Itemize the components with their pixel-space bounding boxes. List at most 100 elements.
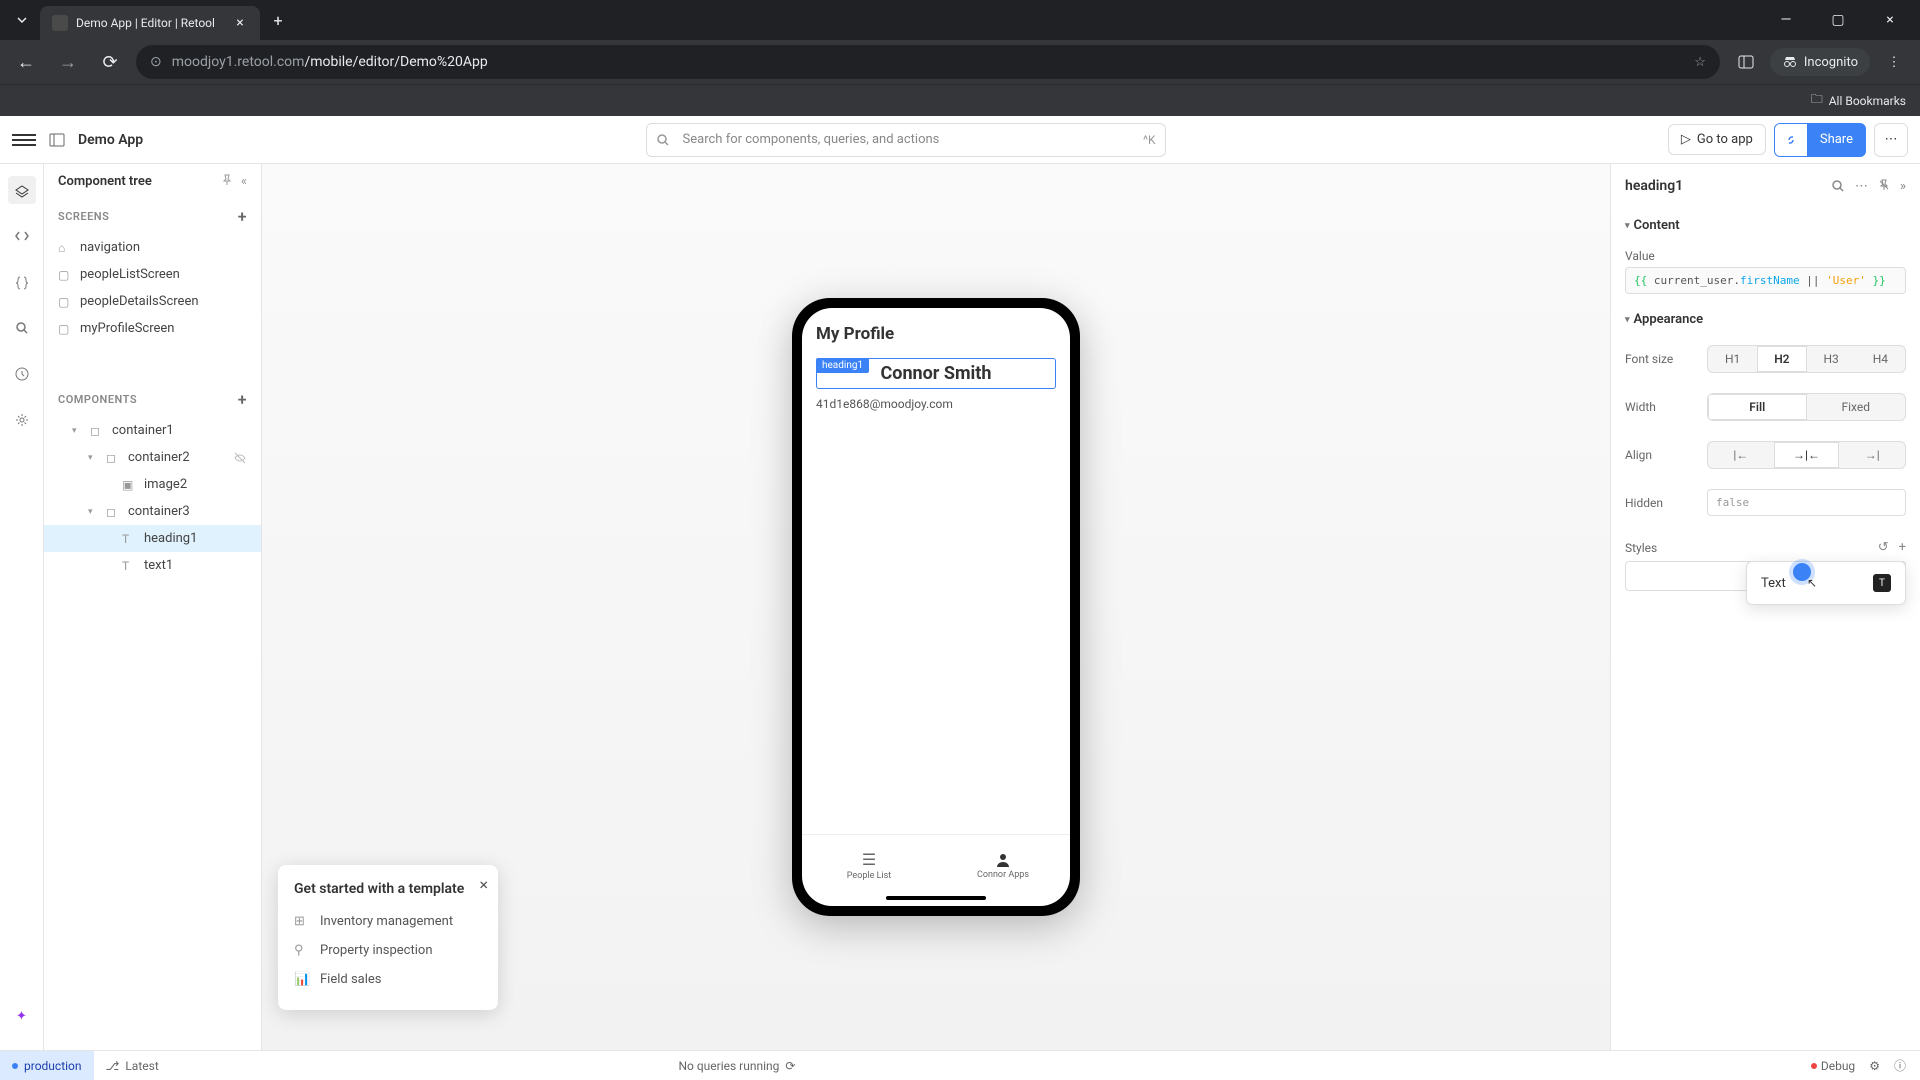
inspector-more-icon[interactable]: ⋯ xyxy=(1855,179,1868,194)
style-dropdown: Text T ↖ xyxy=(1746,561,1906,605)
hidden-input[interactable]: false xyxy=(1707,489,1906,516)
reset-styles-icon[interactable]: ↺ xyxy=(1878,540,1889,555)
screen-item-navigation[interactable]: ⌂ navigation xyxy=(44,234,261,261)
inspector-unpin-icon[interactable] xyxy=(1878,179,1890,194)
component-item-container3[interactable]: ▾ ◻ container3 xyxy=(44,498,261,525)
browser-tab-bar: Demo App | Editor | Retool × + — ▢ × xyxy=(0,0,1920,40)
tab-connor-apps[interactable]: Connor Apps xyxy=(936,835,1070,896)
rail-search-icon[interactable] xyxy=(8,314,36,342)
rail-settings-icon[interactable] xyxy=(8,406,36,434)
go-to-app-button[interactable]: ▷ Go to app xyxy=(1668,124,1766,155)
email-text[interactable]: 41d1e868@moodjoy.com xyxy=(816,397,1056,411)
add-screen-button[interactable]: + xyxy=(238,207,247,226)
content-section-header[interactable]: ▾ Content xyxy=(1625,218,1906,233)
forward-button[interactable]: → xyxy=(52,46,84,78)
share-label: Share xyxy=(1820,132,1853,147)
caret-icon[interactable]: ▾ xyxy=(72,426,82,436)
align-left[interactable]: |← xyxy=(1708,442,1774,468)
debug-button[interactable]: Debug xyxy=(1811,1059,1855,1073)
component-label: container1 xyxy=(112,423,174,438)
font-size-h1[interactable]: H1 xyxy=(1708,346,1757,372)
footer-settings-icon[interactable]: ⚙ xyxy=(1869,1059,1880,1073)
width-segmented: Fill Fixed xyxy=(1707,393,1906,421)
component-item-image2[interactable]: ▣ image2 xyxy=(44,471,261,498)
template-field-sales[interactable]: 📊 Field sales xyxy=(294,965,482,994)
component-item-heading1[interactable]: T heading1 xyxy=(44,525,261,552)
all-bookmarks-button[interactable]: 🗀 All Bookmarks xyxy=(1811,90,1906,111)
pin-icon[interactable] xyxy=(221,174,233,189)
template-property[interactable]: ⚲ Property inspection xyxy=(294,936,482,965)
components-section-label: COMPONENTS xyxy=(58,393,137,406)
screen-item-peopledetails[interactable]: ▢ peopleDetailsScreen xyxy=(44,288,261,315)
rail-history-icon[interactable] xyxy=(8,360,36,388)
cursor-pointer-icon: ↖ xyxy=(1807,576,1817,590)
component-item-container1[interactable]: ▾ ◻ container1 xyxy=(44,417,261,444)
panels-icon[interactable] xyxy=(1730,46,1762,78)
global-search-input[interactable]: Search for components, queries, and acti… xyxy=(646,123,1166,157)
minimize-window-button[interactable]: — xyxy=(1764,4,1808,36)
tab-people-list[interactable]: ☰ People List xyxy=(802,835,936,896)
footer-help-icon[interactable]: ⓘ xyxy=(1894,1057,1906,1074)
font-size-h3[interactable]: H3 xyxy=(1807,346,1856,372)
tab-title: Demo App | Editor | Retool xyxy=(76,16,224,30)
screen-item-peoplelist[interactable]: ▢ peopleListScreen xyxy=(44,261,261,288)
hidden-icon[interactable] xyxy=(233,451,247,465)
copy-link-button[interactable] xyxy=(1774,123,1808,157)
close-window-button[interactable]: × xyxy=(1868,4,1912,36)
close-tab-icon[interactable]: × xyxy=(232,15,248,31)
main-menu-button[interactable] xyxy=(12,128,36,152)
screen-icon: ▢ xyxy=(58,322,72,336)
browser-menu-button[interactable]: ⋮ xyxy=(1878,46,1910,78)
screen-label: navigation xyxy=(80,240,140,255)
reload-button[interactable]: ⟳ xyxy=(94,46,126,78)
width-fixed[interactable]: Fixed xyxy=(1807,394,1906,420)
template-inventory[interactable]: ⊞ Inventory management xyxy=(294,907,482,936)
heading-component[interactable]: heading1 Connor Smith xyxy=(816,358,1056,389)
rail-state-icon[interactable] xyxy=(8,268,36,296)
inspector-search-icon[interactable] xyxy=(1831,179,1845,194)
width-fill[interactable]: Fill xyxy=(1708,394,1807,420)
close-toast-button[interactable]: × xyxy=(479,875,488,894)
component-item-container2[interactable]: ▾ ◻ container2 xyxy=(44,444,261,471)
share-button[interactable]: Share xyxy=(1807,123,1866,157)
maximize-window-button[interactable]: ▢ xyxy=(1816,4,1860,36)
bookmark-star-icon[interactable]: ☆ xyxy=(1694,55,1706,70)
collapse-panel-icon[interactable]: « xyxy=(241,174,247,189)
version-selector[interactable]: ⎇ Latest xyxy=(94,1059,171,1073)
person-icon xyxy=(995,852,1011,868)
value-code-input[interactable]: {{ current_user.firstName || 'User' }} xyxy=(1625,267,1906,294)
text-icon: T xyxy=(122,559,136,573)
style-option-text[interactable]: Text T xyxy=(1753,568,1899,598)
url-bar[interactable]: ⊙ moodjoy1.retool.com/mobile/editor/Demo… xyxy=(136,45,1720,79)
add-component-button[interactable]: + xyxy=(238,390,247,409)
rail-components-icon[interactable] xyxy=(8,176,36,204)
caret-icon[interactable]: ▾ xyxy=(88,507,98,517)
panel-title: Component tree xyxy=(58,174,152,189)
add-style-button[interactable]: + xyxy=(1899,540,1906,555)
branch-icon: ⎇ xyxy=(106,1059,120,1073)
caret-icon[interactable]: ▾ xyxy=(88,453,98,463)
rail-code-icon[interactable] xyxy=(8,222,36,250)
panel-toggle-icon[interactable] xyxy=(48,131,66,149)
align-right[interactable]: →| xyxy=(1839,442,1905,468)
screen-item-myprofile[interactable]: ▢ myProfileScreen xyxy=(44,315,261,342)
browser-tab[interactable]: Demo App | Editor | Retool × xyxy=(40,6,260,40)
tab-list-dropdown[interactable] xyxy=(8,6,36,34)
inspector-expand-icon[interactable]: » xyxy=(1900,179,1906,194)
align-center[interactable]: →|← xyxy=(1774,442,1840,468)
refresh-queries-icon[interactable]: ⟳ xyxy=(785,1059,795,1073)
font-size-h2[interactable]: H2 xyxy=(1757,346,1806,372)
phone-frame: My Profile heading1 Connor Smith 41d1e86… xyxy=(792,298,1080,916)
component-item-text1[interactable]: T text1 xyxy=(44,552,261,579)
hidden-label: Hidden xyxy=(1625,496,1695,510)
back-button[interactable]: ← xyxy=(10,46,42,78)
appearance-section-header[interactable]: ▾ Appearance xyxy=(1625,312,1906,327)
rail-ai-icon[interactable]: ✦ xyxy=(8,1002,36,1030)
new-tab-button[interactable]: + xyxy=(264,6,292,34)
environment-badge[interactable]: production xyxy=(0,1051,94,1080)
canvas[interactable]: My Profile heading1 Connor Smith 41d1e86… xyxy=(262,164,1610,1050)
component-label: heading1 xyxy=(144,531,197,546)
font-size-h4[interactable]: H4 xyxy=(1856,346,1905,372)
site-settings-icon[interactable]: ⊙ xyxy=(150,54,162,70)
more-menu-button[interactable]: ⋯ xyxy=(1874,123,1908,157)
